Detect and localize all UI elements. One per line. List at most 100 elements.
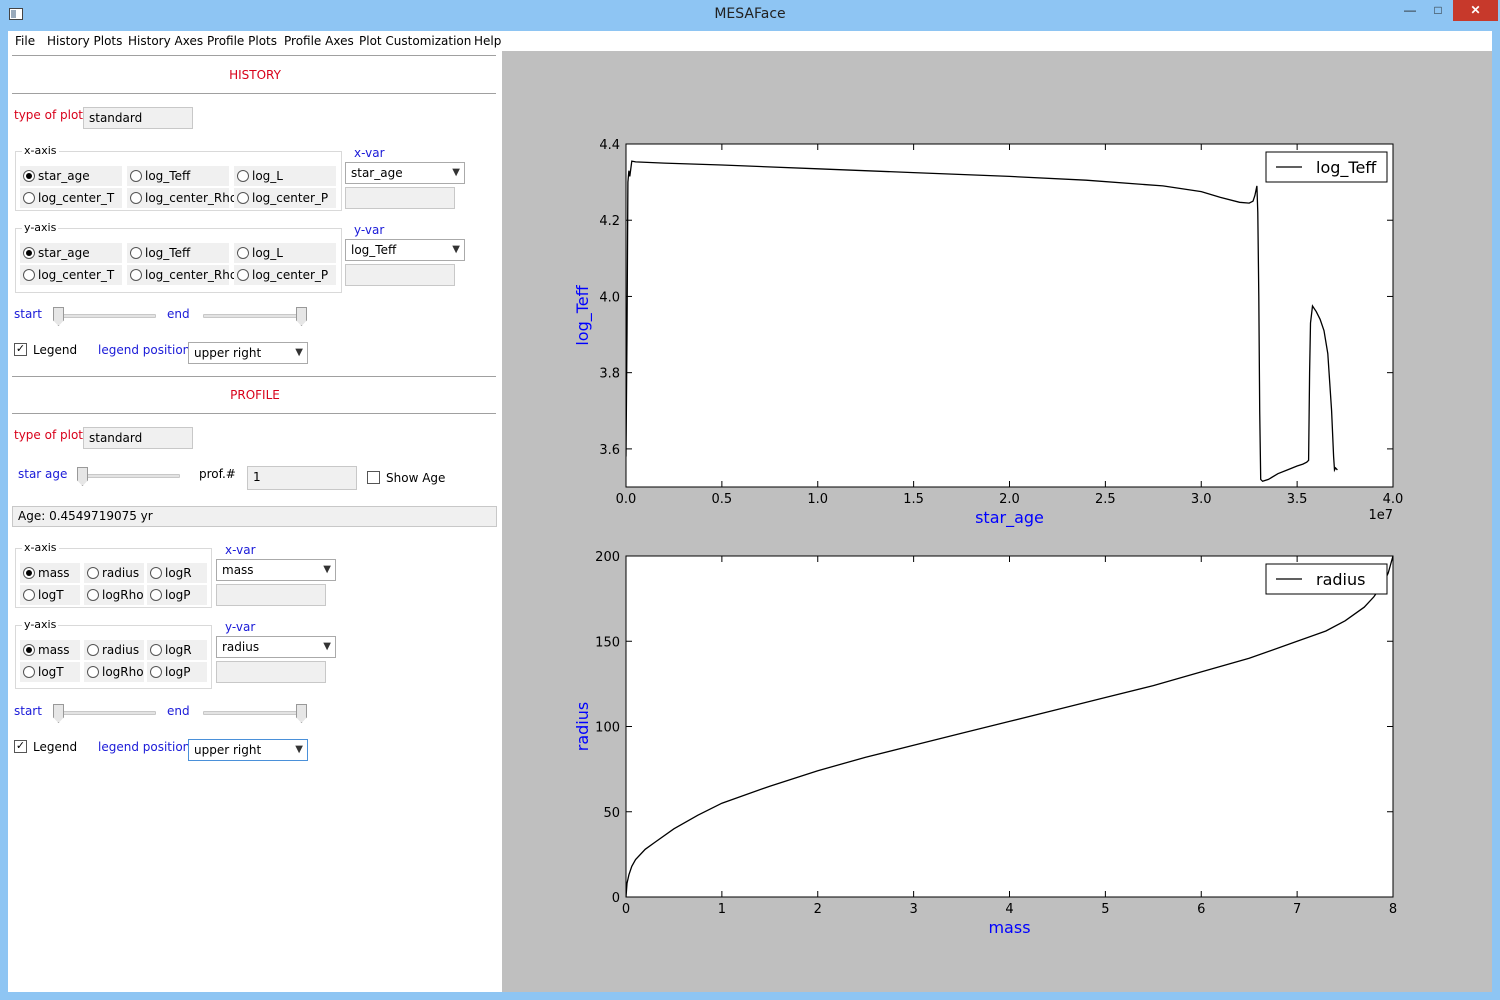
- menu-history-axes[interactable]: History Axes: [128, 34, 203, 48]
- x-tick-label: 1: [718, 902, 726, 917]
- chevron-down-icon: ▼: [452, 167, 460, 178]
- history-y-radio-log-l[interactable]: log_L: [234, 243, 336, 263]
- profile-legend-position-select[interactable]: upper right ▼: [188, 739, 308, 761]
- radio-icon: [237, 170, 249, 182]
- y-tick-label: 50: [603, 806, 620, 821]
- history-y-radio-log-center-p[interactable]: log_center_P: [234, 265, 336, 285]
- profile-end-slider-track[interactable]: [203, 711, 303, 715]
- profile-x-radio-logp[interactable]: logP: [147, 585, 207, 605]
- show-age-label: Show Age: [386, 471, 446, 485]
- history-x-radio-star-age[interactable]: star_age: [20, 166, 122, 186]
- profile-start-slider-track[interactable]: [56, 711, 156, 715]
- maximize-icon[interactable]: □: [1424, 0, 1452, 21]
- profile-star-age-slider-handle[interactable]: [77, 467, 88, 486]
- history-type-of-plot-field[interactable]: standard: [83, 107, 193, 129]
- history-y-radio-star-age[interactable]: star_age: [20, 243, 122, 263]
- history-y-radio-log-teff[interactable]: log_Teff: [127, 243, 229, 263]
- profile-prof-number-field[interactable]: 1: [247, 466, 357, 490]
- profile-x-radio-logrho[interactable]: logRho: [84, 585, 144, 605]
- history-x-radio-log-center-p[interactable]: log_center_P: [234, 188, 336, 208]
- profile-star-age-label: star age: [18, 467, 68, 481]
- profile-y-radio-logr[interactable]: logR: [147, 640, 207, 660]
- minimize-icon[interactable]: —: [1396, 0, 1424, 21]
- history-x-var-select[interactable]: star_age ▼: [345, 162, 465, 184]
- profile-y-radio-logp[interactable]: logP: [147, 662, 207, 682]
- radio-icon: [150, 567, 162, 579]
- history-x-var-text[interactable]: [345, 187, 455, 209]
- history-y-var-text[interactable]: [345, 264, 455, 286]
- profile-y-radio-logt[interactable]: logT: [20, 662, 80, 682]
- history-y-var-select[interactable]: log_Teff ▼: [345, 239, 465, 261]
- profile-prof-label: prof.#: [199, 467, 236, 481]
- legend-label: radius: [1316, 570, 1365, 589]
- history-x-radio-log-l[interactable]: log_L: [234, 166, 336, 186]
- menu-plot-customization[interactable]: Plot Customization: [359, 34, 471, 48]
- x-tick-label: 0: [622, 902, 630, 917]
- chevron-down-icon: ▼: [452, 244, 460, 255]
- history-x-radio-log-center-rho[interactable]: log_center_Rho: [127, 188, 237, 208]
- control-panel: HISTORY type of plot: standard x-axis st…: [8, 51, 502, 992]
- profile-y-radio-logrho[interactable]: logRho: [84, 662, 144, 682]
- chevron-down-icon: ▼: [295, 347, 303, 358]
- menu-history-plots[interactable]: History Plots: [47, 34, 122, 48]
- y-tick-label: 200: [595, 550, 620, 565]
- menu-profile-plots[interactable]: Profile Plots: [207, 34, 277, 48]
- history-type-of-plot-label: type of plot:: [14, 108, 88, 122]
- history-x-radio-log-center-t[interactable]: log_center_T: [20, 188, 122, 208]
- profile-legend-position-label: legend position: [98, 740, 191, 754]
- group-title: y-axis: [22, 221, 59, 234]
- history-y-radio-log-center-t[interactable]: log_center_T: [20, 265, 122, 285]
- profile-x-var-label: x-var: [225, 543, 256, 557]
- x-tick-label: 0.0: [616, 492, 637, 507]
- history-y-axis-group: y-axis star_age log_Teff log_L log_cente…: [15, 221, 342, 293]
- chevron-down-icon: ▼: [295, 744, 303, 755]
- x-tick-label: 5: [1101, 902, 1109, 917]
- history-legend-label: Legend: [33, 343, 78, 357]
- x-tick-label: 3.0: [1191, 492, 1212, 507]
- profile-x-radio-mass[interactable]: mass: [20, 563, 80, 583]
- close-icon[interactable]: ✕: [1453, 0, 1498, 21]
- profile-x-radio-logr[interactable]: logR: [147, 563, 207, 583]
- profile-x-radio-logt[interactable]: logT: [20, 585, 80, 605]
- profile-x-radio-radius[interactable]: radius: [84, 563, 144, 583]
- menu-help[interactable]: Help: [474, 34, 501, 48]
- menu-profile-axes[interactable]: Profile Axes: [284, 34, 354, 48]
- divider: [12, 93, 496, 94]
- history-x-axis-group: x-axis star_age log_Teff log_L log_cente…: [15, 144, 342, 211]
- history-legend-checkbox[interactable]: ✓: [14, 343, 27, 356]
- radio-icon: [130, 269, 142, 281]
- profile-y-var-label: y-var: [225, 620, 256, 634]
- profile-type-of-plot-field[interactable]: standard: [83, 427, 193, 449]
- history-y-radio-log-center-rho[interactable]: log_center_Rho: [127, 265, 237, 285]
- x-tick-label: 7: [1293, 902, 1301, 917]
- history-end-slider-track[interactable]: [203, 314, 303, 318]
- title-bar[interactable]: MESAFace — □ ✕: [0, 0, 1500, 31]
- radio-icon: [23, 192, 35, 204]
- history-x-radio-log-teff[interactable]: log_Teff: [127, 166, 229, 186]
- history-start-slider-handle[interactable]: [53, 307, 64, 326]
- y-tick-label: 0: [612, 891, 620, 906]
- profile-y-var-select[interactable]: radius ▼: [216, 636, 336, 658]
- history-start-slider-track[interactable]: [56, 314, 156, 318]
- radio-icon: [150, 644, 162, 656]
- profile-end-slider-handle[interactable]: [296, 704, 307, 723]
- profile-y-radio-radius[interactable]: radius: [84, 640, 144, 660]
- radio-icon: [23, 666, 35, 678]
- history-legend-position-select[interactable]: upper right ▼: [188, 342, 308, 364]
- y-tick-label: 4.2: [599, 214, 620, 229]
- radio-icon: [87, 567, 99, 579]
- profile-y-radio-mass[interactable]: mass: [20, 640, 80, 660]
- profile-y-var-text[interactable]: [216, 661, 326, 683]
- history-end-slider-handle[interactable]: [296, 307, 307, 326]
- profile-legend-checkbox[interactable]: ✓: [14, 740, 27, 753]
- profile-start-slider-handle[interactable]: [53, 704, 64, 723]
- radio-icon: [23, 644, 35, 656]
- menu-file[interactable]: File: [15, 34, 35, 48]
- profile-x-var-text[interactable]: [216, 584, 326, 606]
- divider: [12, 55, 496, 56]
- profile-star-age-slider-track[interactable]: [80, 474, 180, 478]
- show-age-checkbox[interactable]: [367, 471, 380, 484]
- profile-end-label: end: [167, 704, 190, 718]
- radio-icon: [87, 589, 99, 601]
- profile-x-var-select[interactable]: mass ▼: [216, 559, 336, 581]
